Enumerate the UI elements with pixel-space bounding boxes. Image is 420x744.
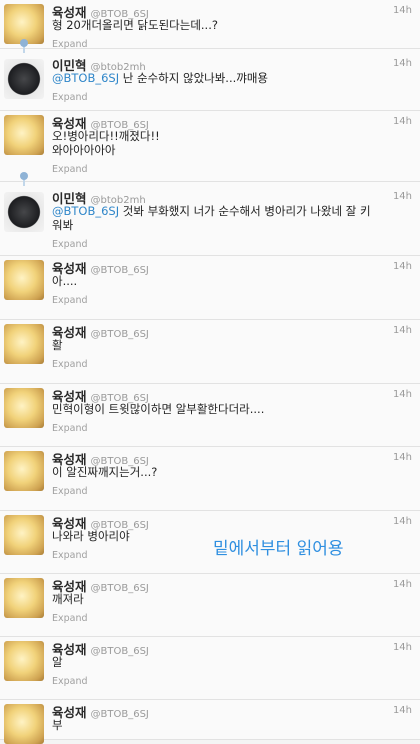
tweet-body: 오!병아리다!!깨졌다!!	[52, 129, 160, 143]
mention-link[interactable]: @BTOB_6SJ	[52, 71, 119, 85]
tweet-row[interactable]: 이민혁 @btob2mh 14h @BTOB_6SJ 것봐 부화했지 너가 순수해서 …	[0, 172, 420, 256]
tweet-body: 민혁이형이 트윗많이하면 알부활한다더라....	[52, 402, 265, 416]
tweet-timestamp[interactable]: 14h	[393, 642, 412, 653]
avatar[interactable]	[4, 388, 44, 428]
overlay-note: 밑에서부터 읽어용	[213, 539, 344, 559]
tweet-text: 오!병아리다!!깨졌다!! 와아아아아아	[52, 129, 400, 157]
tweet-feed: 육성재 @BTOB_6SJ 14h 형 20개더올리면 닭도된다는데...? Expan…	[0, 0, 420, 744]
expand-link[interactable]: Expand	[52, 359, 88, 370]
tweet-timestamp[interactable]: 14h	[393, 261, 412, 272]
avatar[interactable]	[4, 324, 44, 364]
tweet-text: 부	[52, 718, 400, 732]
expand-link[interactable]: Expand	[52, 486, 88, 497]
tweet-text: 민혁이형이 트윗많이하면 알부활한다더라....	[52, 402, 400, 416]
tweet-body: 깨져라	[52, 592, 84, 606]
tweet-body: 활	[52, 338, 63, 352]
tweet-text: 아....	[52, 274, 400, 288]
tweet-body: 것봐 부화했지 너가 순수해서 병아리가 나왔네 잘 키	[119, 204, 371, 218]
tweet-row[interactable]: 육성재 @BTOB_6SJ 14h 오!병아리다!!깨졌다!! 와아아아아아 Expand	[0, 111, 420, 182]
avatar[interactable]	[4, 515, 44, 555]
tweet-row[interactable]: 육성재 @BTOB_6SJ 14h 민혁이형이 트윗많이하면 알부활한다더라.... E…	[0, 384, 420, 447]
expand-link[interactable]: Expand	[52, 239, 88, 250]
tweet-text: 이 알진짜깨지는거...?	[52, 465, 400, 479]
tweet-body: 형 20개더올리면 닭도된다는데...?	[52, 18, 218, 32]
thread-dot	[20, 172, 28, 180]
tweet-timestamp[interactable]: 14h	[393, 325, 412, 336]
tweet-body-line2: 워봐	[52, 218, 74, 232]
tweet-text: @BTOB_6SJ 것봐 부화했지 너가 순수해서 병아리가 나왔네 잘 키워봐	[52, 204, 400, 232]
tweet-text: 형 20개더올리면 닭도된다는데...?	[52, 18, 400, 32]
tweet-body-line2: 와아아아아아	[52, 143, 116, 157]
tweet-row[interactable]: 육성재 @BTOB_6SJ 14h 알 Expand	[0, 637, 420, 700]
avatar[interactable]	[4, 4, 44, 44]
tweet-timestamp[interactable]: 14h	[393, 5, 412, 16]
tweet-timestamp[interactable]: 14h	[393, 452, 412, 463]
tweet-timestamp[interactable]: 14h	[393, 389, 412, 400]
tweet-row[interactable]: 육성재 @BTOB_6SJ 14h 나와라 병아리야 Expand	[0, 511, 420, 574]
tweet-timestamp[interactable]: 14h	[393, 516, 412, 527]
tweet-row[interactable]: 이민혁 @btob2mh 14h @BTOB_6SJ 난 순수하지 않았나봐...꺄매…	[0, 39, 420, 111]
tweet-body: 난 순수하지 않았나봐...꺄매용	[119, 71, 269, 85]
expand-link[interactable]: Expand	[52, 92, 88, 103]
tweet-text: 알	[52, 655, 400, 669]
expand-link[interactable]: Expand	[52, 295, 88, 306]
tweet-text: 활	[52, 338, 400, 352]
avatar[interactable]	[4, 260, 44, 300]
expand-link[interactable]: Expand	[52, 164, 88, 175]
tweet-row[interactable]: 육성재 @BTOB_6SJ 14h 활 Expand	[0, 320, 420, 384]
tweet-timestamp[interactable]: 14h	[393, 705, 412, 716]
tweet-row[interactable]: 육성재 @BTOB_6SJ 14h 부	[0, 700, 420, 744]
avatar[interactable]	[4, 578, 44, 618]
thread-dot	[20, 39, 28, 47]
avatar[interactable]	[4, 59, 44, 99]
avatar[interactable]	[4, 641, 44, 681]
tweet-row[interactable]: 육성재 @BTOB_6SJ 14h 이 알진짜깨지는거...? Expand	[0, 447, 420, 511]
tweet-timestamp[interactable]: 14h	[393, 58, 412, 69]
tweet-row[interactable]: 육성재 @BTOB_6SJ 14h 형 20개더올리면 닭도된다는데...? Expan…	[0, 0, 420, 50]
tweet-body: 부	[52, 718, 63, 732]
tweet-body: 이 알진짜깨지는거...?	[52, 465, 158, 479]
tweet-timestamp[interactable]: 14h	[393, 191, 412, 202]
avatar[interactable]	[4, 704, 44, 744]
expand-link[interactable]: Expand	[52, 423, 88, 434]
expand-link[interactable]: Expand	[52, 676, 88, 687]
tweet-text: 깨져라	[52, 592, 400, 606]
tweet-body: 나와라 병아리야	[52, 529, 130, 543]
tweet-timestamp[interactable]: 14h	[393, 579, 412, 590]
avatar[interactable]	[4, 115, 44, 155]
tweet-row[interactable]: 육성재 @BTOB_6SJ 14h 깨져라 Expand	[0, 574, 420, 637]
tweet-body: 알	[52, 655, 63, 669]
expand-link[interactable]: Expand	[52, 613, 88, 624]
tweet-timestamp[interactable]: 14h	[393, 116, 412, 127]
tweet-text: @BTOB_6SJ 난 순수하지 않았나봐...꺄매용	[52, 71, 400, 85]
mention-link[interactable]: @BTOB_6SJ	[52, 204, 119, 218]
avatar[interactable]	[4, 451, 44, 491]
expand-link[interactable]: Expand	[52, 550, 88, 561]
tweet-body: 아....	[52, 274, 78, 288]
avatar[interactable]	[4, 192, 44, 232]
tweet-row[interactable]: 육성재 @BTOB_6SJ 14h 아.... Expand	[0, 256, 420, 320]
